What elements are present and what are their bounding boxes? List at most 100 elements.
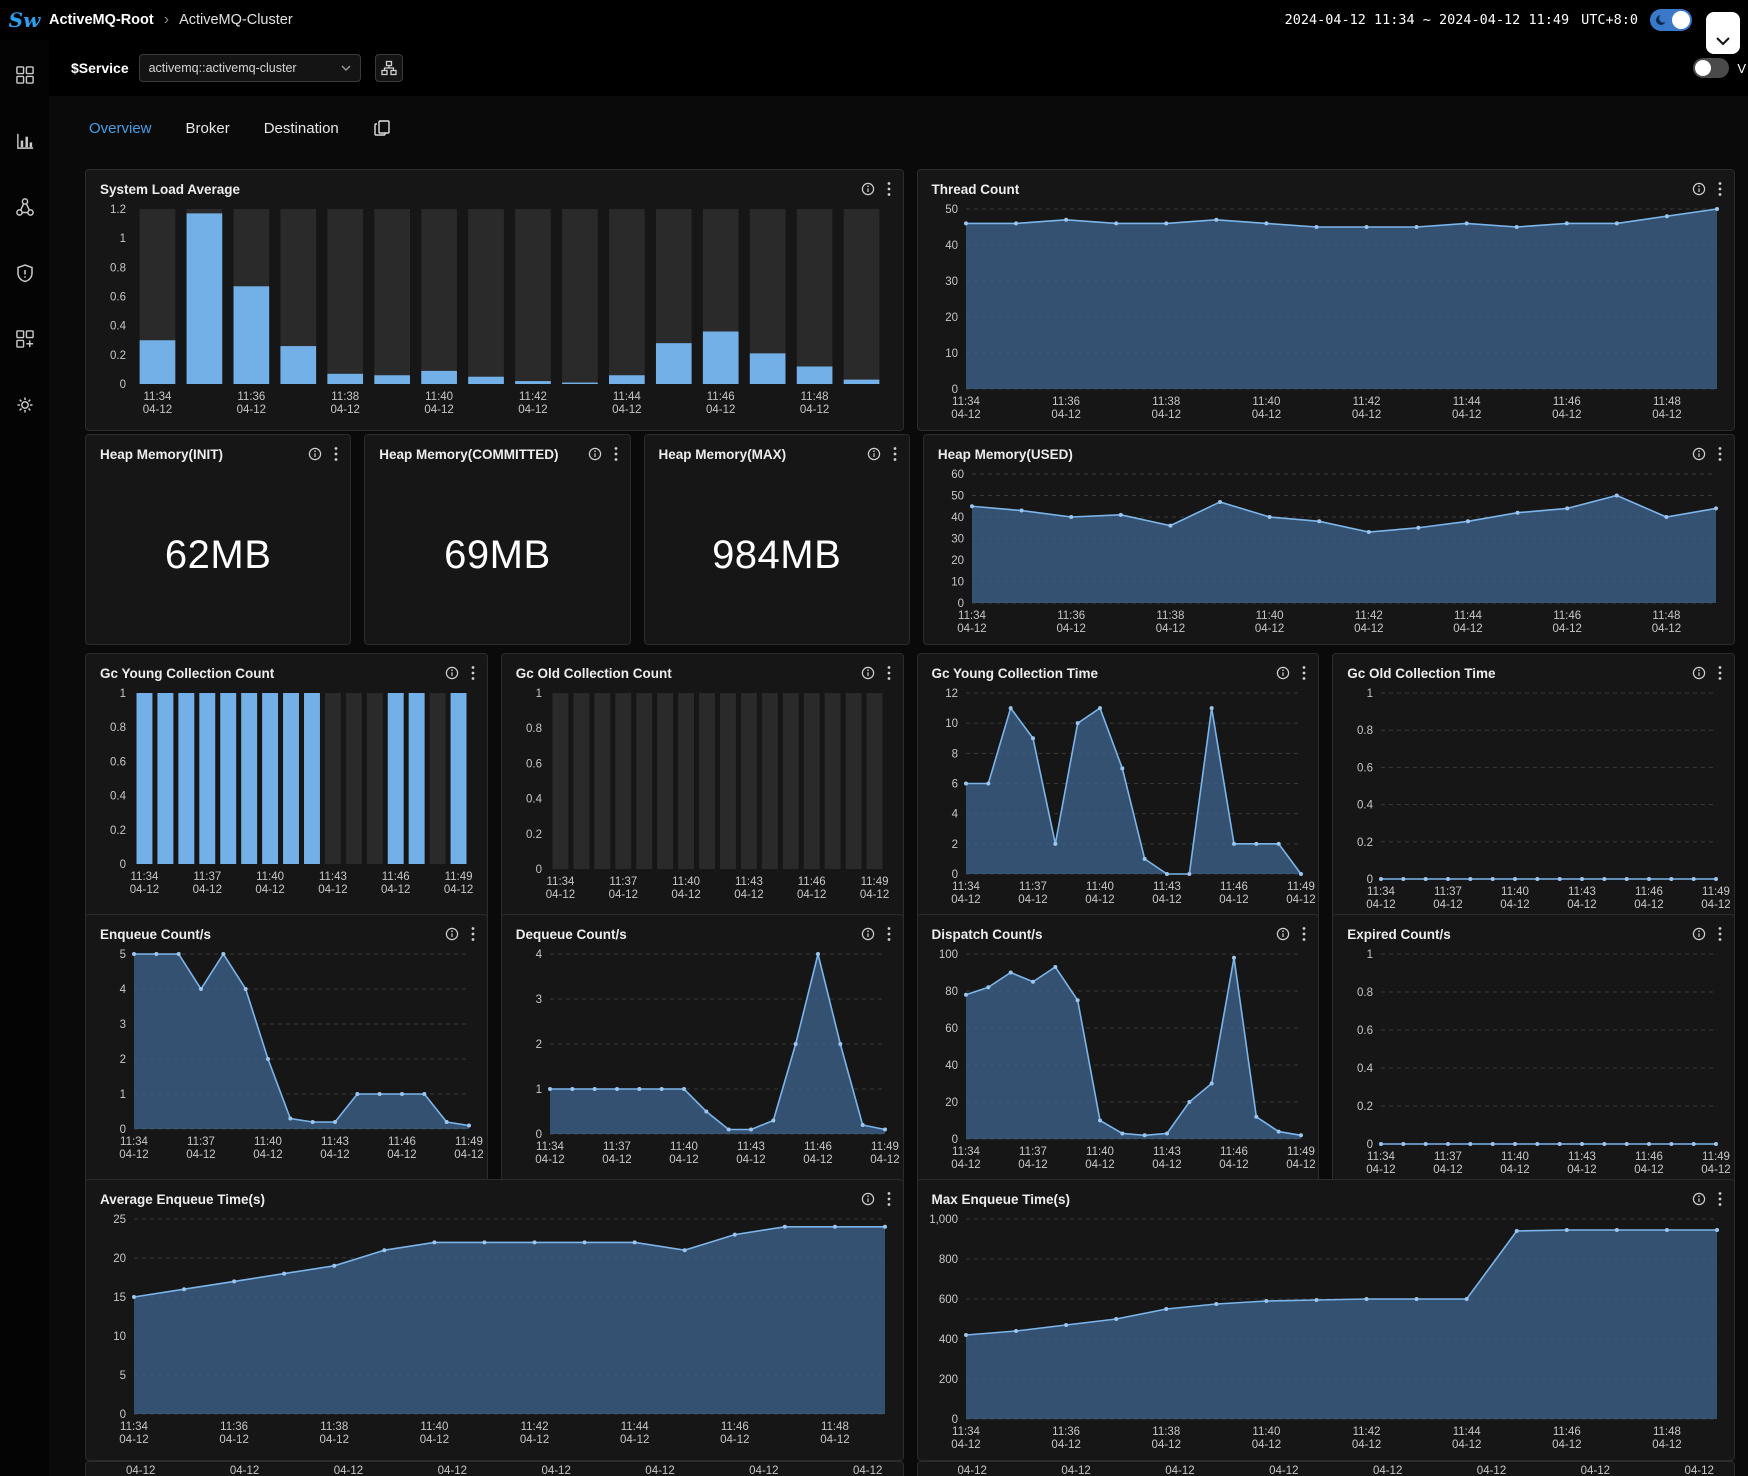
sidebar-item-metrics[interactable]	[12, 128, 38, 154]
svg-text:10: 10	[951, 577, 964, 589]
kebab-menu-icon[interactable]	[887, 665, 891, 681]
info-icon[interactable]	[308, 447, 322, 461]
kebab-menu-icon[interactable]	[1302, 665, 1306, 681]
sidebar-item-topology[interactable]	[12, 194, 38, 220]
system-load-average-chart[interactable]: 00.20.40.60.811.211:3404-1211:3604-1211:…	[88, 201, 899, 428]
card-enqueue-count: Enqueue Count/s 01234511:3404-1211:3704-…	[85, 914, 488, 1186]
time-range-picker[interactable]: 2024-04-12 11:34 ~ 2024-04-12 11:49	[1285, 12, 1569, 28]
info-icon[interactable]	[1692, 1192, 1706, 1206]
app-logo[interactable]: Sw	[0, 8, 49, 32]
info-icon[interactable]	[1692, 666, 1706, 680]
info-icon[interactable]	[1276, 666, 1290, 680]
svg-text:04-12: 04-12	[331, 404, 360, 416]
kebab-menu-icon[interactable]	[1718, 1191, 1722, 1207]
svg-text:4: 4	[535, 949, 542, 961]
svg-text:04-12: 04-12	[1635, 1164, 1664, 1176]
dispatch-count-chart[interactable]: 02040608010011:3404-1211:3704-1211:4004-…	[920, 946, 1315, 1183]
sidebar-item-settings[interactable]	[12, 392, 38, 418]
svg-text:5: 5	[120, 1370, 126, 1382]
svg-text:04-12: 04-12	[870, 1154, 899, 1166]
clipped-axis-labels: 04-1204-1204-1204-1204-1204-1204-1204-12	[918, 1462, 1735, 1476]
service-bar: $Service activemq::activemq-cluster	[49, 40, 1748, 96]
service-select[interactable]: activemq::activemq-cluster	[139, 54, 361, 82]
sidebar-item-alerting[interactable]	[12, 260, 38, 286]
kebab-menu-icon[interactable]	[887, 181, 891, 197]
svg-text:8: 8	[951, 748, 957, 760]
gc-young-collection-time-chart[interactable]: 02468101211:3404-1211:3704-1211:4004-121…	[920, 685, 1315, 918]
svg-text:04-12: 04-12	[803, 1154, 832, 1166]
info-icon[interactable]	[588, 447, 602, 461]
info-icon[interactable]	[445, 927, 459, 941]
sidebar-item-dashboards[interactable]	[12, 62, 38, 88]
svg-text:04-12: 04-12	[608, 889, 637, 901]
svg-text:11:43: 11:43	[1568, 886, 1596, 898]
topology-relation-button[interactable]	[375, 54, 403, 82]
kebab-menu-icon[interactable]	[334, 446, 338, 462]
svg-text:04-12: 04-12	[119, 1149, 148, 1161]
svg-text:11:34: 11:34	[120, 1136, 149, 1148]
svg-text:11:40: 11:40	[1252, 396, 1280, 408]
tab-destination[interactable]: Destination	[264, 120, 339, 137]
thread-count-chart[interactable]: 0102030405011:3404-1211:3604-1211:3804-1…	[920, 201, 1731, 428]
kebab-menu-icon[interactable]	[1718, 926, 1722, 942]
kebab-menu-icon[interactable]	[471, 926, 475, 942]
copy-dashboard-button[interactable]	[373, 119, 391, 137]
svg-text:11:42: 11:42	[1352, 396, 1380, 408]
svg-text:04-12: 04-12	[720, 1434, 749, 1446]
info-icon[interactable]	[1692, 927, 1706, 941]
kebab-menu-icon[interactable]	[471, 665, 475, 681]
info-icon[interactable]	[1692, 182, 1706, 196]
info-icon[interactable]	[861, 1192, 875, 1206]
svg-text:15: 15	[113, 1292, 126, 1304]
svg-text:11:43: 11:43	[737, 1141, 765, 1153]
service-bar-toggle[interactable]	[1693, 58, 1729, 78]
kebab-menu-icon[interactable]	[1718, 665, 1722, 681]
svg-text:11:44: 11:44	[1454, 610, 1483, 622]
kebab-menu-icon[interactable]	[1302, 926, 1306, 942]
card-title: Heap Memory(INIT)	[100, 447, 296, 462]
heap-memory-used-chart[interactable]: 010203040506011:3404-1211:3604-1211:3804…	[926, 466, 1730, 642]
dark-mode-toggle[interactable]	[1650, 9, 1692, 31]
info-icon[interactable]	[861, 927, 875, 941]
svg-text:25: 25	[113, 1214, 126, 1226]
info-icon[interactable]	[445, 666, 459, 680]
average-enqueue-time-chart[interactable]: 051015202511:3404-1211:3604-1211:3804-12…	[88, 1211, 899, 1458]
gc-young-collection-count-chart[interactable]: 00.20.40.60.8111:3404-1211:3704-1211:400…	[88, 685, 483, 918]
kebab-menu-icon[interactable]	[887, 1191, 891, 1207]
gc-old-collection-count-chart[interactable]: 00.20.40.60.8111:3404-1211:3704-1211:400…	[504, 685, 899, 918]
info-icon[interactable]	[1692, 447, 1706, 461]
info-icon[interactable]	[861, 182, 875, 196]
info-icon[interactable]	[1276, 927, 1290, 941]
enqueue-count-chart[interactable]: 01234511:3404-1211:3704-1211:4004-1211:4…	[88, 946, 483, 1183]
kebab-menu-icon[interactable]	[893, 446, 897, 462]
card-header: Thread Count	[918, 170, 1735, 201]
gc-old-collection-time-chart[interactable]: 00.20.40.60.8111:3404-1211:3704-1211:400…	[1335, 685, 1730, 918]
svg-text:04-12: 04-12	[1151, 409, 1180, 421]
svg-text:11:48: 11:48	[821, 1421, 849, 1433]
max-enqueue-time-chart[interactable]: 02004006008001,00011:3404-1211:3604-1211…	[920, 1211, 1731, 1458]
dequeue-count-chart[interactable]: 0123411:3404-1211:3704-1211:4004-1211:43…	[504, 946, 899, 1183]
kebab-menu-icon[interactable]	[887, 926, 891, 942]
stat-body: 62MB	[86, 466, 350, 644]
breadcrumb-root[interactable]: ActiveMQ-Root	[49, 12, 154, 28]
info-icon[interactable]	[867, 447, 881, 461]
tab-broker[interactable]: Broker	[186, 120, 230, 137]
svg-text:400: 400	[938, 1334, 957, 1346]
svg-text:11:34: 11:34	[546, 876, 575, 888]
info-icon[interactable]	[861, 666, 875, 680]
expired-count-chart[interactable]: 00.20.40.60.8111:3404-1211:3704-1211:400…	[1335, 946, 1730, 1183]
svg-text:0: 0	[951, 1414, 957, 1426]
kebab-menu-icon[interactable]	[1718, 181, 1722, 197]
svg-text:04-12: 04-12	[1051, 409, 1080, 421]
sidebar-item-new-dashboard[interactable]	[12, 326, 38, 352]
expand-button[interactable]	[1706, 12, 1740, 54]
stat-value: 62MB	[165, 533, 272, 578]
tab-overview[interactable]: Overview	[89, 120, 152, 137]
svg-text:04-12: 04-12	[1702, 1164, 1731, 1176]
kebab-menu-icon[interactable]	[614, 446, 618, 462]
kebab-menu-icon[interactable]	[1718, 446, 1722, 462]
svg-text:11:36: 11:36	[1057, 610, 1085, 622]
svg-text:04-12: 04-12	[1434, 1164, 1463, 1176]
svg-text:0.6: 0.6	[110, 292, 126, 304]
svg-text:12: 12	[945, 688, 958, 700]
